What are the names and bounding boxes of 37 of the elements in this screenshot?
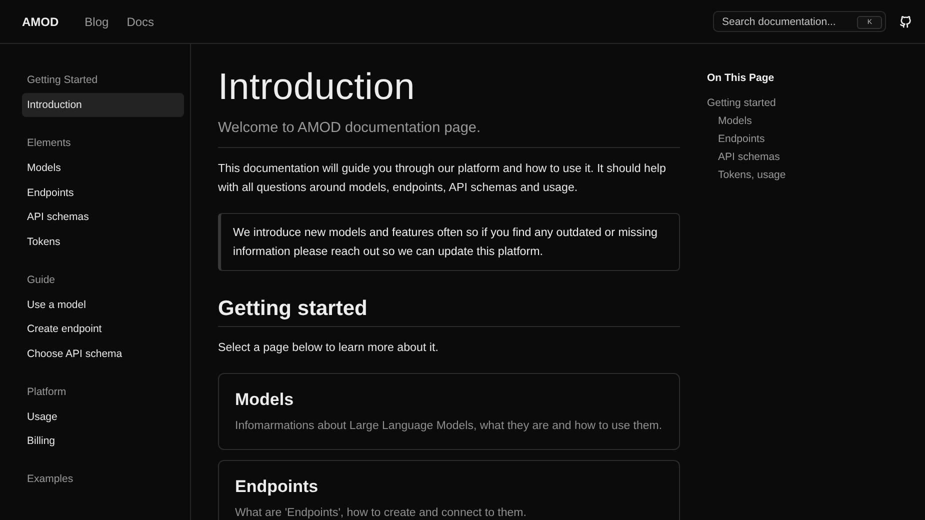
- logo-link[interactable]: AMOD: [22, 14, 59, 28]
- toc-link[interactable]: API schemas: [707, 148, 780, 166]
- section-heading: Platform: [26, 384, 68, 400]
- sidebar-item[interactable]: Billing: [22, 429, 184, 453]
- section-heading: Elements: [26, 136, 72, 151]
- section-heading: Examples: [26, 472, 74, 487]
- toc-link[interactable]: Endpoints: [707, 130, 765, 148]
- section-heading: Getting Started: [26, 73, 99, 88]
- card-title: Endpoints: [235, 477, 320, 497]
- link-card[interactable]: Endpoints What are 'Endpoints', how to create and connect to them.: [218, 460, 680, 520]
- sidebar-item[interactable]: Create endpoint: [22, 317, 184, 341]
- sidebar-item[interactable]: Models: [22, 156, 184, 180]
- section-text: Select a page below to learn more about it.: [218, 340, 440, 356]
- section-heading: Guide: [26, 272, 56, 288]
- toc-heading: On This Page: [707, 72, 774, 84]
- sidebar-item[interactable]: Choose API schema: [22, 342, 184, 366]
- nav-link[interactable]: Blog: [84, 14, 109, 28]
- card-description: Infomarmations about Large Language Models, what they are and how to use them.: [235, 420, 663, 432]
- toc-link[interactable]: Tokens, usage: [707, 166, 786, 184]
- toc-link[interactable]: Getting started: [707, 94, 776, 112]
- sidebar-item[interactable]: Introduction: [22, 93, 184, 117]
- sidebar-item[interactable]: API schemas: [22, 205, 184, 229]
- toc-link[interactable]: Models: [707, 112, 752, 130]
- sidebar-item[interactable]: Use a model: [22, 292, 184, 316]
- section-title: Getting started: [218, 297, 680, 327]
- page-subtitle: Welcome to AMOD documentation page.: [218, 120, 680, 148]
- card-title: Models: [235, 390, 295, 410]
- callout-note: We introduce new models and features often so if you find any outdated or missing information please reach out so we can update this platform.: [218, 213, 680, 271]
- sidebar-item[interactable]: Tokens: [22, 230, 184, 254]
- intro-paragraph: This documentation will guide you through our platform and how to use it. It should help with all questions around models, endpoints, API schemas and usage.: [218, 161, 667, 196]
- page-title: Introduction: [218, 66, 416, 108]
- github-icon[interactable]: [898, 14, 913, 29]
- nav-link[interactable]: Docs: [126, 14, 154, 28]
- sidebar-item[interactable]: Usage: [22, 404, 184, 428]
- card-description: What are 'Endpoints', how to create and connect to them.: [235, 507, 528, 519]
- link-card[interactable]: Models Infomarmations about Large Language Models, what they are and how to use them.: [218, 373, 680, 450]
- sidebar-item[interactable]: Endpoints: [22, 180, 184, 204]
